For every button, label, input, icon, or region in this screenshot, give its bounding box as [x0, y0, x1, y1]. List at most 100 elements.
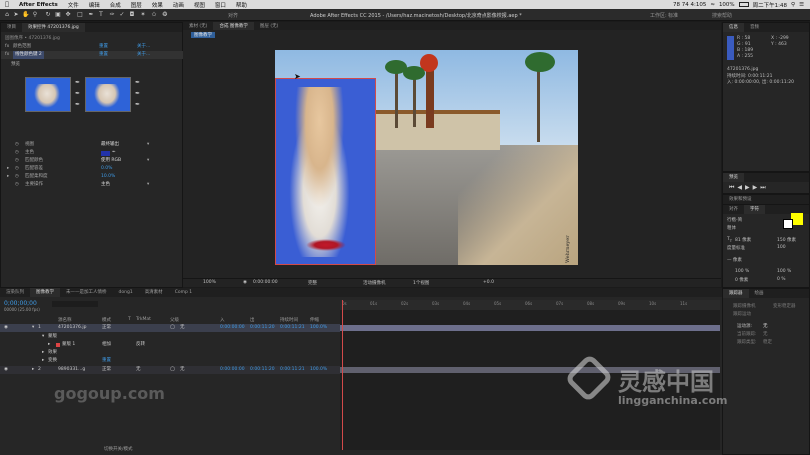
reset-button[interactable]: 重置: [99, 43, 108, 51]
tab-tracker[interactable]: 跟踪器: [723, 289, 749, 298]
tab-effects-presets[interactable]: 效果和预设: [723, 195, 758, 204]
stopwatch-icon[interactable]: ◷: [15, 141, 19, 149]
layer-stretch[interactable]: 100.0%: [310, 324, 327, 332]
layer-stretch[interactable]: 100.0%: [310, 366, 327, 374]
toggle-switches-modes[interactable]: 切换开关/模式: [104, 446, 133, 452]
roto-brush-icon[interactable]: ✶: [139, 11, 147, 19]
layer-mode-dropdown[interactable]: 正常: [102, 366, 111, 374]
puppet-tool-icon[interactable]: ✩: [150, 11, 158, 19]
mask-invert-checkbox[interactable]: 反转: [136, 341, 145, 349]
sublayer-masks[interactable]: ▾ 蒙版: [0, 333, 340, 341]
track-camera-button[interactable]: 跟踪摄像机: [733, 303, 756, 309]
keyed-foreground-layer[interactable]: [275, 78, 376, 265]
transform-reset-button[interactable]: 重置: [102, 357, 111, 365]
tab-comp-image[interactable]: 图像教学: [30, 288, 60, 297]
col-parent[interactable]: 父级: [170, 317, 179, 323]
pen-tool-icon[interactable]: ✒: [87, 11, 95, 19]
eyedropper-icon[interactable]: ✒: [75, 77, 80, 88]
tab-effect-controls[interactable]: 效果控件 47201376.jpg: [22, 23, 85, 32]
about-button[interactable]: 关于...: [137, 43, 150, 51]
effect-row-color-range[interactable]: fx 颜色范围 重置 关于...: [1, 43, 184, 51]
tab-comp-1[interactable]: Comp 1: [169, 288, 198, 297]
tracking-value[interactable]: 100: [777, 245, 786, 250]
stopwatch-icon[interactable]: ◷: [15, 157, 19, 165]
clone-tool-icon[interactable]: ✓: [118, 11, 126, 19]
layer-name[interactable]: 9890331...g: [58, 366, 85, 374]
fx-icon[interactable]: fx: [5, 51, 9, 59]
camera-dropdown[interactable]: 活动摄像机: [363, 280, 386, 286]
param-match-colors[interactable]: ◷ 匹配颜色 使用 RGB ▾: [1, 157, 184, 165]
zoom-dropdown[interactable]: 100%: [203, 280, 216, 285]
type-tool-icon[interactable]: T: [97, 11, 105, 19]
eyedropper-icon[interactable]: ✒: [135, 77, 140, 88]
notification-icon[interactable]: ☰: [799, 2, 804, 8]
prev-frame-icon[interactable]: ◀: [737, 184, 745, 191]
tab-audio[interactable]: 音频: [744, 23, 765, 32]
stopwatch-icon[interactable]: ◷: [15, 149, 19, 157]
eyedropper-minus-icon[interactable]: ✒: [135, 99, 140, 110]
mask-name[interactable]: 蒙版 1: [62, 341, 75, 349]
sublayer-mask-1[interactable]: ▸ 蒙版 1 相加 反转: [0, 341, 340, 349]
mask-color-swatch[interactable]: [56, 343, 60, 347]
layer-parent-dropdown[interactable]: 无: [180, 324, 185, 332]
font-family-dropdown[interactable]: 行楷-简: [727, 217, 742, 223]
tab-comp-dong1[interactable]: dong1: [113, 288, 139, 297]
brush-tool-icon[interactable]: ✑: [108, 11, 116, 19]
tab-render-queue[interactable]: 渲染队列: [0, 288, 30, 297]
fx-icon[interactable]: fx: [5, 43, 9, 51]
expand-arrow-icon[interactable]: ▸: [48, 341, 50, 349]
layer-parent-dropdown[interactable]: 无: [180, 366, 185, 374]
expand-arrow-icon[interactable]: ▸: [7, 173, 9, 181]
expand-arrow-icon[interactable]: ▸: [42, 349, 44, 357]
pickwhip-icon[interactable]: ◯: [170, 324, 175, 332]
apple-menu-icon[interactable]: : [0, 1, 14, 8]
param-matching-tolerance[interactable]: ▸ ◷ 匹配容差 0.0%: [1, 165, 184, 173]
layer-in[interactable]: 0:00:00:00: [220, 366, 245, 374]
pickwhip-icon[interactable]: ◯: [170, 366, 175, 374]
expand-arrow-icon[interactable]: ▸: [32, 366, 34, 374]
track-type-dropdown[interactable]: 稳定: [763, 339, 772, 345]
menu-animation[interactable]: 动画: [168, 1, 189, 9]
leading-value[interactable]: 150 像素: [777, 237, 796, 243]
track-motion-button[interactable]: 跟踪运动: [733, 311, 751, 317]
menu-help[interactable]: 帮助: [231, 1, 252, 9]
layer-1-duration-bar[interactable]: [340, 325, 720, 331]
param-key-operation[interactable]: ◷ 主要操作 主色 ▾: [1, 181, 184, 189]
selection-tool-icon[interactable]: ➤: [12, 11, 20, 19]
tab-info[interactable]: 信息: [723, 23, 744, 32]
menu-layer[interactable]: 图层: [126, 1, 147, 9]
layer-out[interactable]: 0:00:11:20: [250, 324, 275, 332]
camera-tool-icon[interactable]: ▣: [54, 11, 62, 19]
zoom-tool-icon[interactable]: ⚲: [31, 11, 39, 19]
param-view[interactable]: ◷ 视图 最终输出 ▾: [1, 141, 184, 149]
motion-source-dropdown[interactable]: 无: [763, 323, 768, 329]
layer-duration[interactable]: 0:00:11:21: [280, 366, 305, 374]
tab-project[interactable]: 项目: [1, 23, 22, 32]
tab-align[interactable]: 对齐: [723, 205, 744, 214]
rotate-tool-icon[interactable]: ↻: [44, 11, 52, 19]
font-style-dropdown[interactable]: 粗体: [727, 225, 736, 231]
layer-out[interactable]: 0:00:11:20: [250, 366, 275, 374]
last-frame-icon[interactable]: ⏭: [760, 184, 768, 191]
current-track-dropdown[interactable]: 无: [763, 331, 768, 337]
layer-duration[interactable]: 0:00:11:21: [280, 324, 305, 332]
pin-tool-icon[interactable]: ❂: [161, 11, 169, 19]
sublayer-effects[interactable]: ▸ 效果: [0, 349, 340, 357]
expand-arrow-icon[interactable]: ▸: [7, 165, 9, 173]
visibility-eye-icon[interactable]: ◉: [4, 324, 8, 332]
chevron-down-icon[interactable]: ▾: [147, 181, 149, 189]
layer-in[interactable]: 0:00:00:00: [220, 324, 245, 332]
pan-behind-tool-icon[interactable]: ✥: [64, 11, 72, 19]
layer-row-2[interactable]: ◉ ▸ 2 9890331...g 正常 无 ◯ 无 0:00:00:00 0:…: [0, 366, 340, 374]
home-icon[interactable]: ⌂: [3, 11, 11, 19]
expand-arrow-icon[interactable]: ▸: [42, 357, 44, 365]
col-in[interactable]: 入: [220, 317, 225, 323]
param-key-color[interactable]: ◷ 主色 ✒: [1, 149, 184, 157]
menu-effect[interactable]: 效果: [147, 1, 168, 9]
sublayer-transform[interactable]: ▸ 变换 重置: [0, 357, 340, 365]
timeline-search-input[interactable]: [52, 301, 98, 307]
col-duration[interactable]: 持续时间: [280, 317, 298, 323]
eyedropper-plus-icon[interactable]: ✒: [75, 88, 80, 99]
col-trkmat[interactable]: TrkMat: [136, 317, 151, 322]
layer-mode-dropdown[interactable]: 正常: [102, 324, 111, 332]
